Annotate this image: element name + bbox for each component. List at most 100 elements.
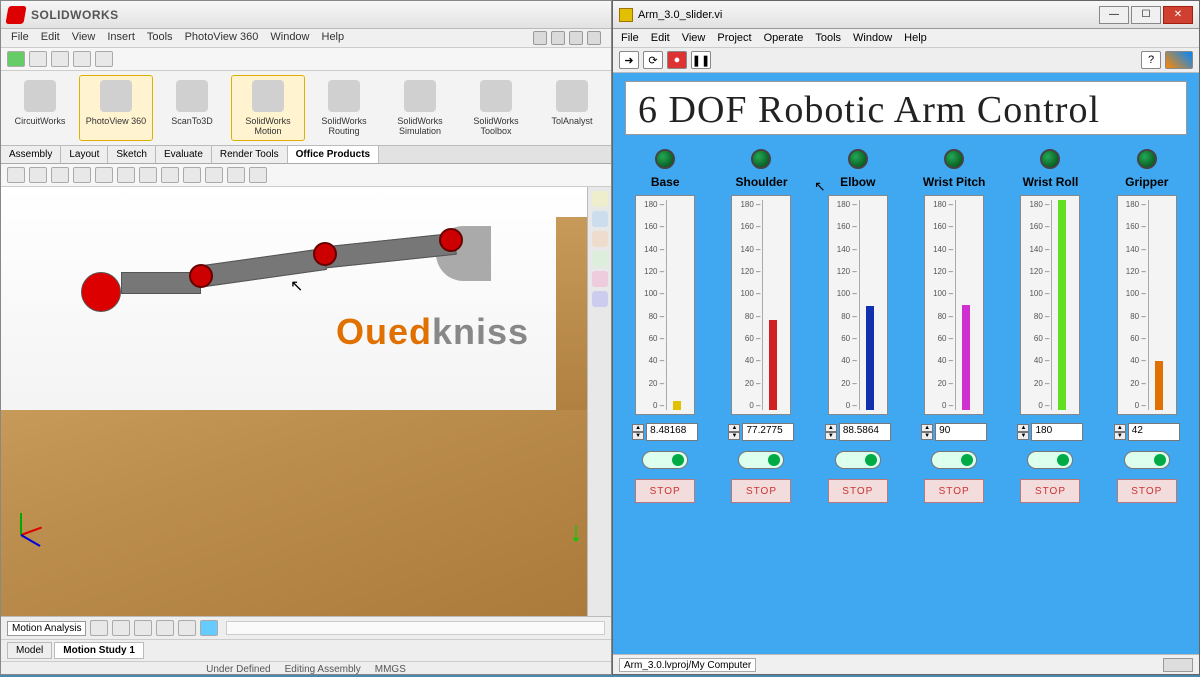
sw-menu-help[interactable]: Help: [322, 31, 345, 45]
ribbon-photoview-360[interactable]: PhotoView 360: [79, 75, 153, 141]
stop-button[interactable]: STOP: [731, 479, 791, 503]
play-icon[interactable]: [134, 620, 152, 636]
slider[interactable]: 180 –160 –140 –120 –100 –80 –60 –40 –20 …: [731, 195, 791, 415]
toggle-switch[interactable]: [1124, 451, 1170, 469]
sw-toolbar-icon[interactable]: [533, 31, 547, 45]
view-icon[interactable]: [161, 167, 179, 183]
value-field[interactable]: 90: [935, 423, 987, 441]
vi-icon[interactable]: [1165, 51, 1193, 69]
stop-button[interactable]: STOP: [828, 479, 888, 503]
stop-button[interactable]: STOP: [924, 479, 984, 503]
view-icon[interactable]: [117, 167, 135, 183]
speed-icon[interactable]: [200, 620, 218, 636]
lv-menu-file[interactable]: File: [621, 32, 639, 44]
taskpane-icon[interactable]: [592, 271, 608, 287]
tab-render-tools[interactable]: Render Tools: [212, 146, 288, 163]
lv-menu-tools[interactable]: Tools: [815, 32, 841, 44]
lv-menu-window[interactable]: Window: [853, 32, 892, 44]
value-field[interactable]: 42: [1128, 423, 1180, 441]
spinner[interactable]: ▲▼: [1017, 424, 1029, 440]
stop-button[interactable]: STOP: [1020, 479, 1080, 503]
bottom-tab-model[interactable]: Model: [7, 642, 52, 659]
sw-toolbar-icon[interactable]: [587, 31, 601, 45]
robot-arm-model[interactable]: [81, 232, 501, 352]
ribbon-tolanalyst[interactable]: TolAnalyst: [535, 75, 609, 141]
view-icon[interactable]: [51, 167, 69, 183]
stop-button[interactable]: STOP: [1117, 479, 1177, 503]
toggle-switch[interactable]: [1027, 451, 1073, 469]
sw-viewport[interactable]: ↓: [1, 187, 611, 616]
taskpane-icon[interactable]: [592, 211, 608, 227]
ribbon-solidworks-toolbox[interactable]: SolidWorks Toolbox: [459, 75, 533, 141]
spinner[interactable]: ▲▼: [728, 424, 740, 440]
sw-titlebar[interactable]: SOLIDWORKS: [1, 1, 611, 29]
tab-office-products[interactable]: Office Products: [288, 146, 379, 163]
ribbon-scanto3d[interactable]: ScanTo3D: [155, 75, 229, 141]
pause-icon[interactable]: ❚❚: [691, 51, 711, 69]
axis-triad-icon[interactable]: [11, 506, 51, 546]
sw-menu-view[interactable]: View: [72, 31, 96, 45]
slider[interactable]: 180 –160 –140 –120 –100 –80 –60 –40 –20 …: [828, 195, 888, 415]
expand-arrow-icon[interactable]: ↓: [569, 516, 583, 548]
sw-task-pane[interactable]: [587, 187, 611, 616]
slider[interactable]: 180 –160 –140 –120 –100 –80 –60 –40 –20 …: [924, 195, 984, 415]
qbtn-icon[interactable]: [73, 51, 91, 67]
spinner[interactable]: ▲▼: [1114, 424, 1126, 440]
qbtn-icon[interactable]: [51, 51, 69, 67]
toggle-switch[interactable]: [738, 451, 784, 469]
value-field[interactable]: 8.48168: [646, 423, 698, 441]
slider[interactable]: 180 –160 –140 –120 –100 –80 –60 –40 –20 …: [1020, 195, 1080, 415]
tab-layout[interactable]: Layout: [61, 146, 108, 163]
view-icon[interactable]: [227, 167, 245, 183]
ribbon-solidworks-routing[interactable]: SolidWorks Routing: [307, 75, 381, 141]
sw-toolbar-icon[interactable]: [551, 31, 565, 45]
lv-menu-view[interactable]: View: [682, 32, 706, 44]
lv-menu-edit[interactable]: Edit: [651, 32, 670, 44]
sw-menu-photoview[interactable]: PhotoView 360: [185, 31, 259, 45]
ribbon-solidworks-simulation[interactable]: SolidWorks Simulation: [383, 75, 457, 141]
timeline[interactable]: [226, 621, 605, 635]
calc-icon[interactable]: [90, 620, 108, 636]
sw-menu-window[interactable]: Window: [270, 31, 309, 45]
taskpane-icon[interactable]: [592, 191, 608, 207]
rewind-icon[interactable]: [112, 620, 130, 636]
view-icon[interactable]: [95, 167, 113, 183]
spinner[interactable]: ▲▼: [825, 424, 837, 440]
stop-button[interactable]: STOP: [635, 479, 695, 503]
lv-menu-project[interactable]: Project: [717, 32, 751, 44]
taskpane-icon[interactable]: [592, 231, 608, 247]
toggle-switch[interactable]: [835, 451, 881, 469]
stop-icon[interactable]: [156, 620, 174, 636]
lv-menu-help[interactable]: Help: [904, 32, 927, 44]
value-field[interactable]: 88.5864: [839, 423, 891, 441]
view-icon[interactable]: [73, 167, 91, 183]
abort-icon[interactable]: ●: [667, 51, 687, 69]
sw-menu-insert[interactable]: Insert: [107, 31, 135, 45]
lv-front-panel[interactable]: 6 DOF Robotic Arm Control Base180 –160 –…: [613, 73, 1199, 654]
spinner[interactable]: ▲▼: [632, 424, 644, 440]
sw-toolbar-icon[interactable]: [569, 31, 583, 45]
ribbon-circuitworks[interactable]: CircuitWorks: [3, 75, 77, 141]
forward-icon[interactable]: [178, 620, 196, 636]
qbtn-icon[interactable]: [95, 51, 113, 67]
sw-menu-edit[interactable]: Edit: [41, 31, 60, 45]
slider[interactable]: 180 –160 –140 –120 –100 –80 –60 –40 –20 …: [1117, 195, 1177, 415]
view-icon[interactable]: [249, 167, 267, 183]
maximize-button[interactable]: ☐: [1131, 6, 1161, 24]
taskpane-icon[interactable]: [592, 251, 608, 267]
view-icon[interactable]: [139, 167, 157, 183]
qbtn-icon[interactable]: [29, 51, 47, 67]
tab-assembly[interactable]: Assembly: [1, 146, 61, 163]
view-icon[interactable]: [29, 167, 47, 183]
spinner[interactable]: ▲▼: [921, 424, 933, 440]
help-icon[interactable]: ?: [1141, 51, 1161, 69]
tab-sketch[interactable]: Sketch: [108, 146, 156, 163]
sw-menu-tools[interactable]: Tools: [147, 31, 173, 45]
value-field[interactable]: 180: [1031, 423, 1083, 441]
view-icon[interactable]: [205, 167, 223, 183]
taskpane-icon[interactable]: [592, 291, 608, 307]
lv-titlebar[interactable]: Arm_3.0_slider.vi — ☐ ✕: [613, 1, 1199, 29]
run-continuous-icon[interactable]: ⟳: [643, 51, 663, 69]
toggle-switch[interactable]: [642, 451, 688, 469]
run-icon[interactable]: [7, 51, 25, 67]
